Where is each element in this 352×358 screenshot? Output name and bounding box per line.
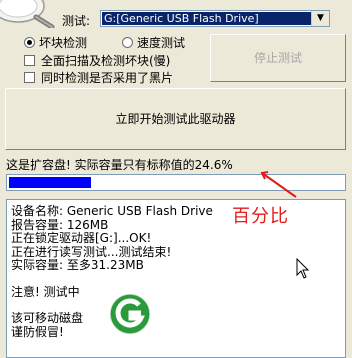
mouse-pointer-icon [296, 257, 310, 283]
green-g-logo-icon [108, 292, 152, 339]
log-line: 注意! 测试中 [11, 284, 80, 299]
chevron-down-icon[interactable]: ▼ [311, 11, 329, 26]
log-line: 实际容量: 至多31.23MB [11, 258, 144, 272]
checkbox-full-scan-label: 全面扫描及检测坏块(慢) [41, 54, 171, 68]
checkbox-black-chip[interactable]: 同时检测是否采用了黑片 [24, 71, 173, 85]
radio-bad-block-label: 坏块检测 [39, 36, 88, 50]
log-line: 谨防假冒! [11, 324, 64, 339]
log-line: 该可移动磁盘 [11, 311, 84, 325]
percentage-annotation: 百分比 [232, 206, 289, 227]
radio-selected-icon [24, 37, 35, 48]
log-line: 正在进行读写测试...测试结束! [11, 244, 172, 259]
status-text: 这是扩容盘! 实际容量只有标称值的24.6% [6, 158, 233, 172]
radio-bad-block[interactable]: 坏块检测 [24, 36, 87, 50]
log-panel: 设备名称: Generic USB Flash Drive 报告容量: 126MB… [6, 199, 346, 358]
progress-fill [9, 177, 91, 188]
log-line: 报告容量: 126MB [11, 217, 109, 232]
drive-select[interactable]: G:[Generic USB Flash Drive] ▼ [100, 10, 330, 27]
checkbox-icon [24, 55, 35, 66]
checkbox-icon [24, 72, 35, 83]
log-line: 正在锁定驱动器[G:]...OK! [11, 231, 152, 245]
drive-select-value: G:[Generic USB Flash Drive] [102, 12, 311, 25]
start-test-button[interactable]: 立即开始测试此驱动器 [5, 88, 346, 150]
log-line: 设备名称: Generic USB Flash Drive [11, 204, 213, 218]
stop-test-button[interactable]: 停止测试 [210, 34, 346, 82]
radio-empty-icon [122, 37, 133, 48]
checkbox-black-chip-label: 同时检测是否采用了黑片 [41, 71, 174, 85]
radio-speed-test-label: 速度测试 [137, 36, 186, 50]
checkbox-full-scan[interactable]: 全面扫描及检测坏块(慢) [24, 54, 170, 68]
radio-speed-test[interactable]: 速度测试 [122, 36, 185, 50]
drive-label: 测试: [62, 14, 91, 28]
app-logo [0, 0, 56, 30]
magnifier-logo-icon [0, 0, 55, 30]
capacity-progress-bar [6, 174, 346, 191]
